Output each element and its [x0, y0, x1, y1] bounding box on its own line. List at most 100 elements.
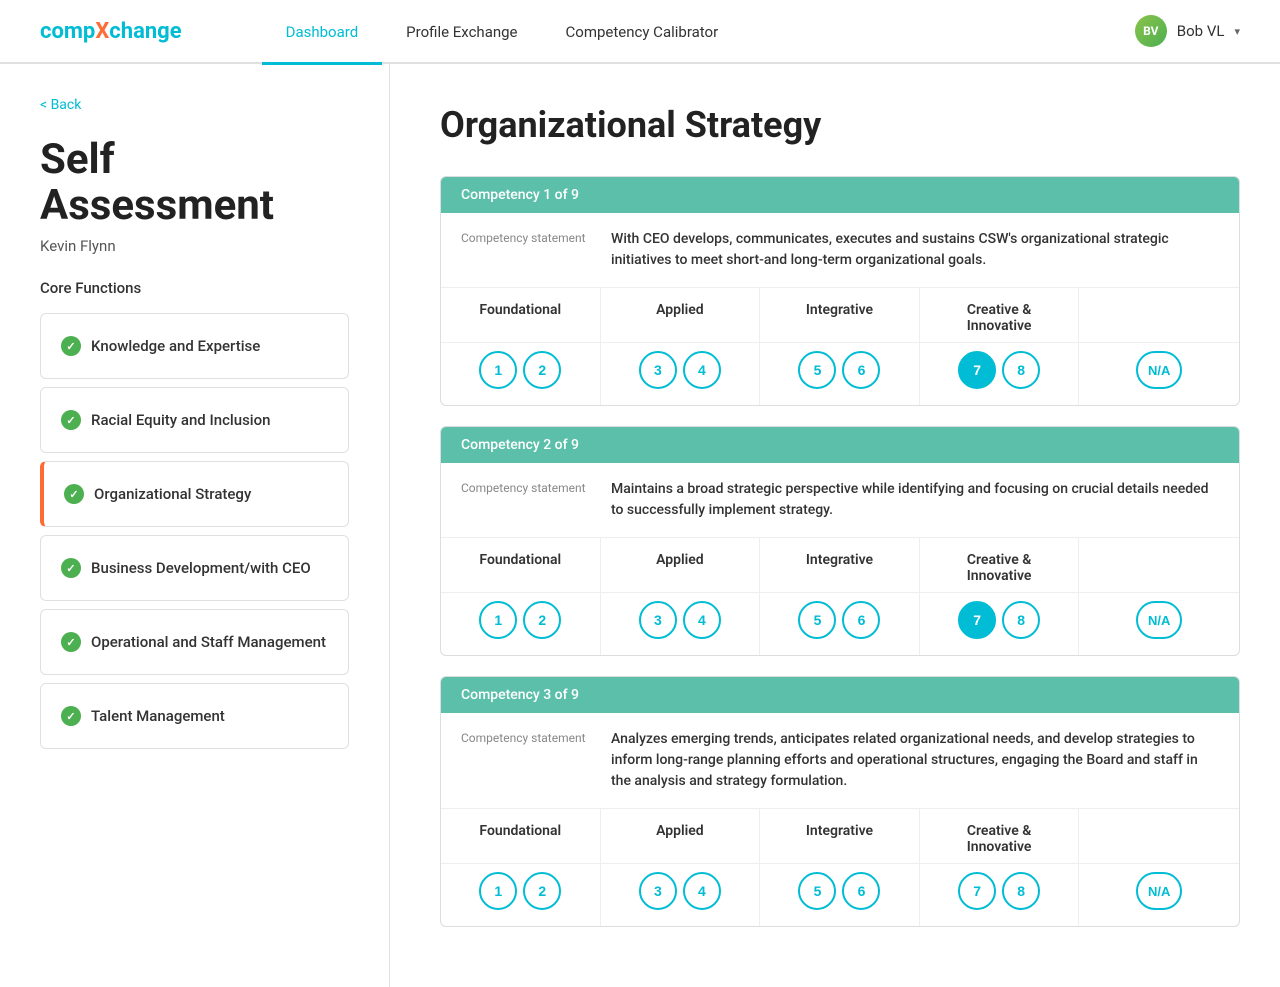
- nav-dashboard[interactable]: Dashboard: [262, 1, 383, 65]
- sidebar-card-racial-equity[interactable]: Racial Equity and Inclusion: [40, 387, 349, 453]
- rating-col-header-creative-1: Creative &Innovative: [920, 288, 1080, 342]
- card-label-racial-equity: Racial Equity and Inclusion: [91, 411, 271, 429]
- page-container: < Back Self Assessment Kevin Flynn Core …: [0, 64, 1280, 987]
- rating-btn-3-8[interactable]: 8: [1002, 872, 1040, 910]
- rating-col-integrative-2: 5 6: [760, 593, 920, 655]
- rating-btn-2-na[interactable]: N/A: [1136, 601, 1182, 639]
- statement-label-1: Competency statement: [461, 229, 591, 245]
- check-icon-racial-equity: [61, 410, 81, 430]
- sidebar-card-org-strategy[interactable]: Organizational Strategy: [40, 461, 349, 527]
- rating-col-header-na-2: [1079, 538, 1239, 592]
- rating-btn-2-6[interactable]: 6: [842, 601, 880, 639]
- check-icon-org-strategy: [64, 484, 84, 504]
- rating-headers-1: Foundational Applied Integrative Creativ…: [441, 288, 1239, 342]
- rating-col-applied-1: 3 4: [601, 343, 761, 405]
- sidebar-card-knowledge[interactable]: Knowledge and Expertise: [40, 313, 349, 379]
- rating-col-header-na-1: [1079, 288, 1239, 342]
- competency-card-1: Competency 1 of 9 Competency statement W…: [440, 176, 1240, 406]
- rating-col-creative-1: 7 8: [920, 343, 1080, 405]
- user-subtitle: Kevin Flynn: [40, 237, 349, 255]
- rating-col-na-2: N/A: [1079, 593, 1239, 655]
- page-title: Self Assessment: [40, 137, 349, 229]
- back-link[interactable]: < Back: [40, 97, 81, 113]
- rating-btn-3-5[interactable]: 5: [798, 872, 836, 910]
- rating-btn-2-7[interactable]: 7: [958, 601, 996, 639]
- rating-btn-1-8[interactable]: 8: [1002, 351, 1040, 389]
- competency-header-1: Competency 1 of 9: [441, 177, 1239, 213]
- rating-col-header-integrative-2: Integrative: [760, 538, 920, 592]
- rating-btn-2-4[interactable]: 4: [683, 601, 721, 639]
- rating-col-header-creative-3: Creative &Innovative: [920, 809, 1080, 863]
- rating-btn-2-3[interactable]: 3: [639, 601, 677, 639]
- rating-headers-3: Foundational Applied Integrative Creativ…: [441, 809, 1239, 863]
- nav-competency-calibrator[interactable]: Competency Calibrator: [542, 1, 743, 65]
- competency-body-2: Competency statement Maintains a broad s…: [441, 463, 1239, 655]
- main-content: Organizational Strategy Competency 1 of …: [390, 64, 1280, 987]
- rating-btn-3-1[interactable]: 1: [479, 872, 517, 910]
- rating-col-foundational-2: 1 2: [441, 593, 601, 655]
- sidebar-cards: Knowledge and Expertise Racial Equity an…: [40, 313, 349, 757]
- statement-label-3: Competency statement: [461, 729, 591, 745]
- rating-col-creative-3: 7 8: [920, 864, 1080, 926]
- sidebar-card-business-dev[interactable]: Business Development/with CEO: [40, 535, 349, 601]
- rating-col-header-foundational-2: Foundational: [441, 538, 601, 592]
- rating-btn-3-na[interactable]: N/A: [1136, 872, 1182, 910]
- rating-btn-1-7[interactable]: 7: [958, 351, 996, 389]
- content-title: Organizational Strategy: [440, 104, 1240, 146]
- nav-profile-exchange[interactable]: Profile Exchange: [382, 1, 541, 65]
- rating-col-header-applied-1: Applied: [601, 288, 761, 342]
- rating-btn-2-1[interactable]: 1: [479, 601, 517, 639]
- rating-btn-1-5[interactable]: 5: [798, 351, 836, 389]
- logo[interactable]: compXchange: [40, 19, 182, 44]
- rating-btns-1: 1 2 3 4 5 6 7 8: [441, 342, 1239, 405]
- check-icon-knowledge: [61, 336, 81, 356]
- rating-col-na-3: N/A: [1079, 864, 1239, 926]
- statement-text-1: With CEO develops, communicates, execute…: [611, 229, 1219, 271]
- rating-btn-1-2[interactable]: 2: [523, 351, 561, 389]
- competency-body-1: Competency statement With CEO develops, …: [441, 213, 1239, 405]
- rating-col-integrative-3: 5 6: [760, 864, 920, 926]
- rating-btn-1-6[interactable]: 6: [842, 351, 880, 389]
- rating-btn-1-1[interactable]: 1: [479, 351, 517, 389]
- rating-col-header-na-3: [1079, 809, 1239, 863]
- statement-text-3: Analyzes emerging trends, anticipates re…: [611, 729, 1219, 792]
- competency-body-3: Competency statement Analyzes emerging t…: [441, 713, 1239, 926]
- rating-btn-3-3[interactable]: 3: [639, 872, 677, 910]
- competency-statement-row-1: Competency statement With CEO develops, …: [441, 213, 1239, 288]
- rating-col-header-foundational-1: Foundational: [441, 288, 601, 342]
- rating-col-foundational-1: 1 2: [441, 343, 601, 405]
- card-label-business-dev: Business Development/with CEO: [91, 559, 311, 577]
- competency-statement-row-2: Competency statement Maintains a broad s…: [441, 463, 1239, 538]
- logo-comp: comp: [40, 19, 95, 44]
- rating-btn-3-7[interactable]: 7: [958, 872, 996, 910]
- rating-btns-3: 1 2 3 4 5 6 7 8: [441, 863, 1239, 926]
- competency-header-3: Competency 3 of 9: [441, 677, 1239, 713]
- rating-btn-1-3[interactable]: 3: [639, 351, 677, 389]
- rating-btn-2-8[interactable]: 8: [1002, 601, 1040, 639]
- rating-col-na-1: N/A: [1079, 343, 1239, 405]
- rating-col-creative-2: 7 8: [920, 593, 1080, 655]
- rating-btn-2-5[interactable]: 5: [798, 601, 836, 639]
- sidebar-card-talent[interactable]: Talent Management: [40, 683, 349, 749]
- rating-btn-3-4[interactable]: 4: [683, 872, 721, 910]
- user-name: Bob VL: [1177, 22, 1225, 40]
- rating-btn-1-na[interactable]: N/A: [1136, 351, 1182, 389]
- user-menu[interactable]: BV Bob VL ▾: [1135, 15, 1240, 47]
- rating-btn-3-2[interactable]: 2: [523, 872, 561, 910]
- competency-card-3: Competency 3 of 9 Competency statement A…: [440, 676, 1240, 927]
- rating-btn-3-6[interactable]: 6: [842, 872, 880, 910]
- check-icon-talent: [61, 706, 81, 726]
- sidebar-card-operational[interactable]: Operational and Staff Management: [40, 609, 349, 675]
- card-label-talent: Talent Management: [91, 707, 225, 725]
- card-label-operational: Operational and Staff Management: [91, 633, 326, 651]
- rating-btn-1-4[interactable]: 4: [683, 351, 721, 389]
- rating-headers-2: Foundational Applied Integrative Creativ…: [441, 538, 1239, 592]
- check-icon-business-dev: [61, 558, 81, 578]
- rating-btn-2-2[interactable]: 2: [523, 601, 561, 639]
- statement-label-2: Competency statement: [461, 479, 591, 495]
- rating-col-header-applied-2: Applied: [601, 538, 761, 592]
- rating-col-header-integrative-1: Integrative: [760, 288, 920, 342]
- rating-col-applied-3: 3 4: [601, 864, 761, 926]
- chevron-down-icon: ▾: [1234, 25, 1240, 38]
- rating-btns-2: 1 2 3 4 5 6 7 8: [441, 592, 1239, 655]
